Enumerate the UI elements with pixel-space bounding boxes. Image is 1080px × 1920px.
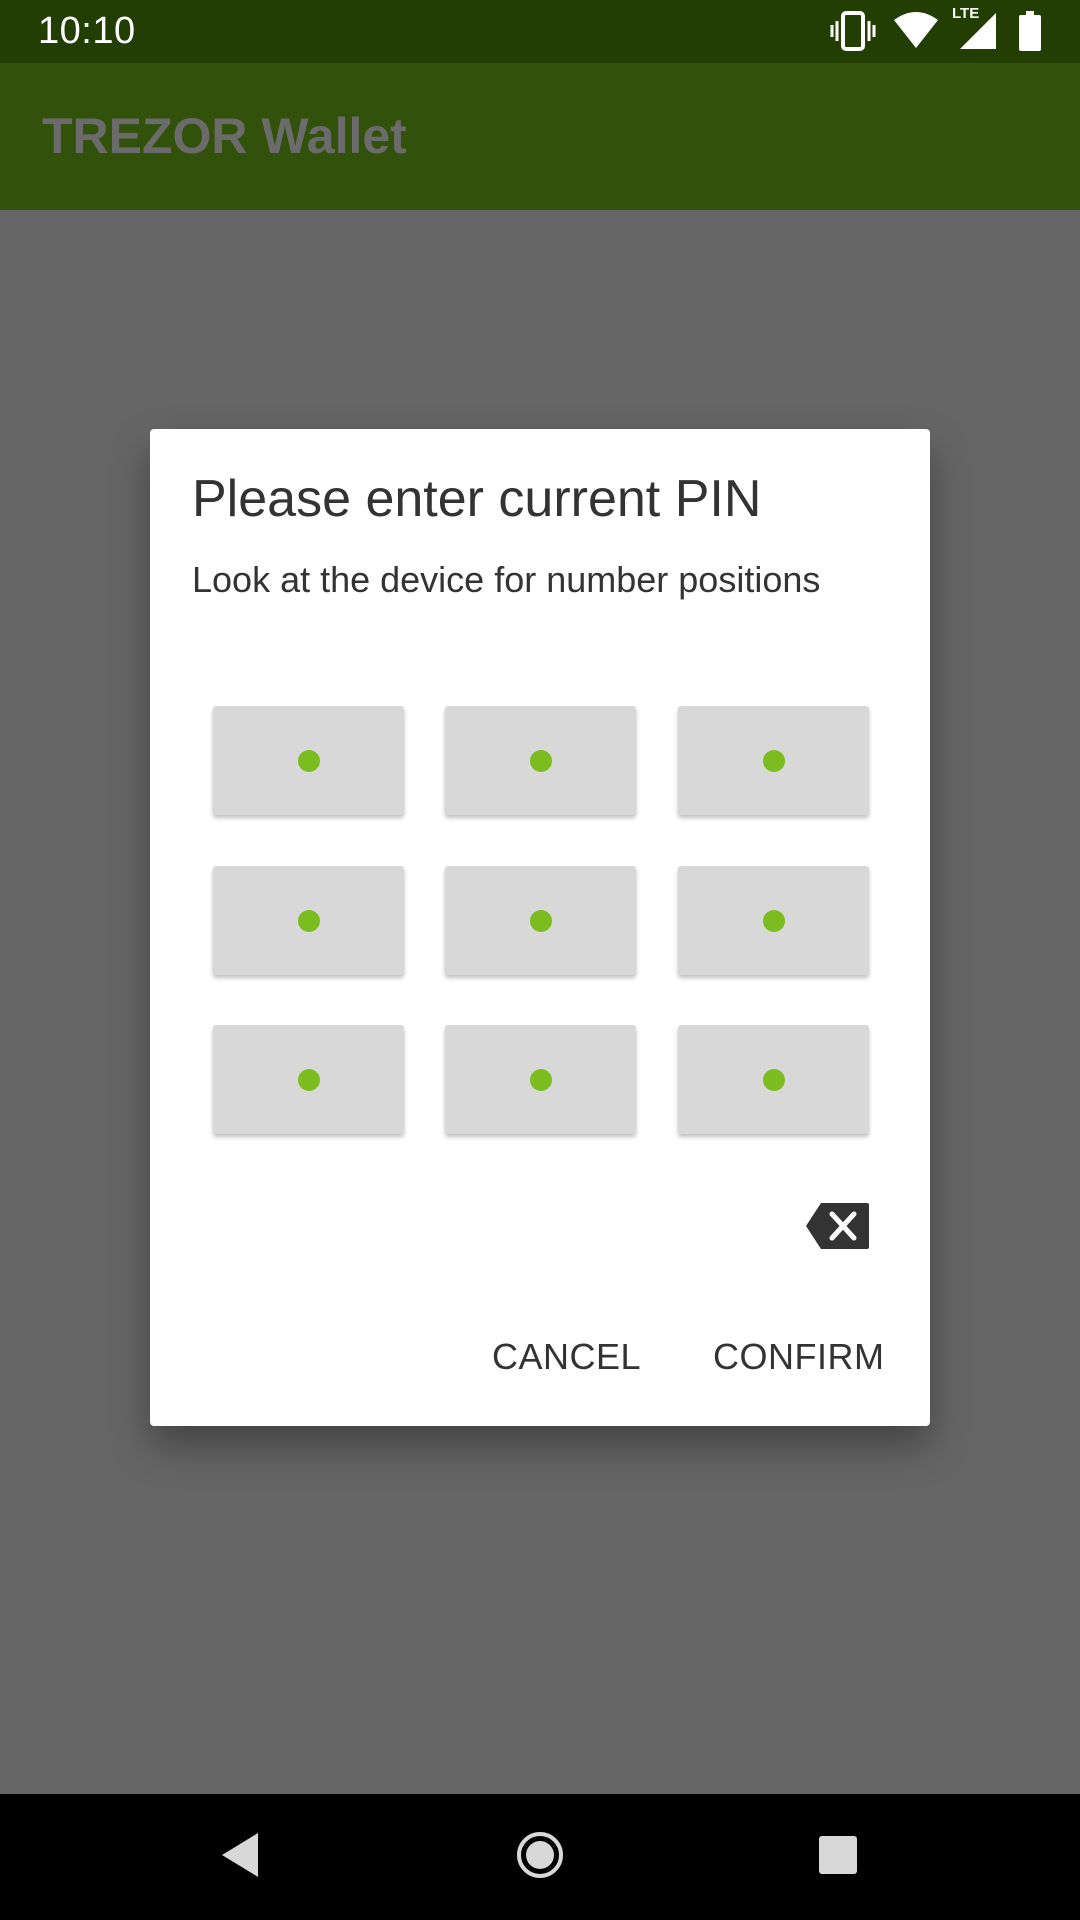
dialog-title: Please enter current PIN [192,470,762,528]
pin-key-5[interactable] [445,866,636,975]
app-bar: TREZOR Wallet [0,63,1080,210]
pin-key-2[interactable] [445,706,636,815]
pin-dot-icon [529,1068,552,1091]
pin-dot-icon [297,909,320,932]
pin-dialog: Please enter current PIN Look at the dev… [150,429,930,1426]
home-icon [515,1830,565,1885]
pin-dot-icon [529,909,552,932]
pin-key-7[interactable] [213,1025,404,1134]
pin-keypad [213,706,869,1137]
pin-dot-icon [762,909,785,932]
vibrate-icon [830,11,876,51]
back-icon [218,1830,262,1885]
recents-icon [817,1834,859,1881]
dialog-actions: CANCEL CONFIRM [150,1325,930,1389]
pin-key-9[interactable] [678,1025,869,1134]
pin-dot-icon [762,749,785,772]
wifi-icon [894,12,938,50]
backspace-icon [805,1203,871,1255]
pin-key-3[interactable] [678,706,869,815]
status-bar: 10:10 LTE [0,0,1080,63]
pin-dot-icon [529,749,552,772]
pin-dot-icon [297,749,320,772]
home-button[interactable] [480,1794,600,1920]
status-time: 10:10 [38,10,136,52]
recents-button[interactable] [778,1794,898,1920]
pin-key-8[interactable] [445,1025,636,1134]
battery-icon [1018,11,1042,51]
app-title: TREZOR Wallet [42,108,407,164]
back-button[interactable] [180,1794,300,1920]
pin-dot-icon [762,1068,785,1091]
pin-key-1[interactable] [213,706,404,815]
pin-dot-icon [297,1068,320,1091]
cancel-button[interactable]: CANCEL [484,1325,649,1389]
signal-icon: LTE [952,5,1000,51]
pin-key-4[interactable] [213,866,404,975]
network-type-label: LTE [952,5,980,22]
status-icons: LTE [830,5,1042,52]
backspace-button[interactable] [805,1201,871,1251]
dialog-subtitle: Look at the device for number positions [192,559,821,600]
navigation-bar [0,1794,1080,1920]
confirm-button[interactable]: CONFIRM [705,1325,892,1389]
pin-key-6[interactable] [678,866,869,975]
